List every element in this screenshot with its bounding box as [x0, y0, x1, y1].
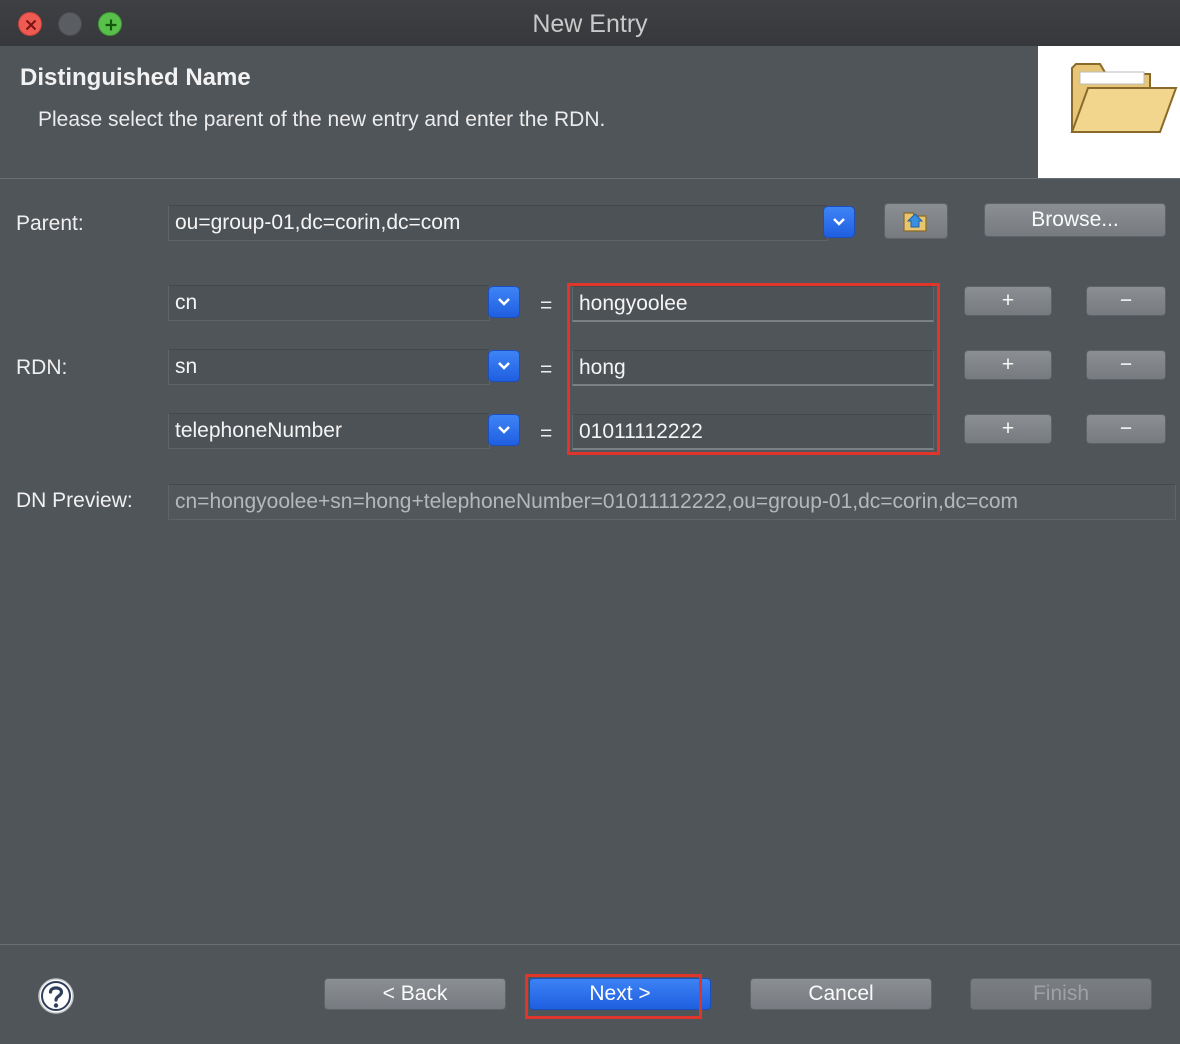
- finish-button[interactable]: Finish: [970, 978, 1152, 1010]
- rdn-attribute-combo-2[interactable]: sn: [168, 349, 490, 385]
- rdn-add-button-2[interactable]: +: [964, 350, 1052, 380]
- header-separator: [0, 178, 1180, 179]
- rdn-remove-button-2[interactable]: −: [1086, 350, 1166, 380]
- parent-dropdown-button[interactable]: [823, 206, 855, 238]
- cancel-button[interactable]: Cancel: [750, 978, 932, 1010]
- help-icon: [38, 978, 74, 1014]
- rdn-label: RDN:: [16, 356, 68, 379]
- dn-preview-field: cn=hongyoolee+sn=hong+telephoneNumber=01…: [168, 484, 1176, 520]
- open-folder-icon: [1070, 63, 1178, 133]
- rdn-values-highlight: [567, 283, 940, 455]
- parent-combo[interactable]: ou=group-01,dc=corin,dc=com: [168, 205, 828, 241]
- rdn-add-button-1[interactable]: +: [964, 286, 1052, 316]
- chevron-down-icon: [498, 298, 510, 306]
- page-description: Please select the parent of the new entr…: [38, 108, 606, 131]
- parent-up-button[interactable]: [884, 203, 948, 239]
- rdn-remove-button-1[interactable]: −: [1086, 286, 1166, 316]
- rdn-add-button-3[interactable]: +: [964, 414, 1052, 444]
- header-image: [1038, 46, 1180, 178]
- browse-button[interactable]: Browse...: [984, 203, 1166, 237]
- footer-separator: [0, 944, 1180, 945]
- dn-preview-label: DN Preview:: [16, 489, 133, 512]
- rdn-equals-2: =: [540, 358, 553, 381]
- help-button[interactable]: [37, 977, 75, 1015]
- parent-label: Parent:: [16, 212, 84, 235]
- rdn-equals-1: =: [540, 294, 553, 317]
- rdn-attribute-dropdown-3[interactable]: [488, 414, 520, 446]
- chevron-down-icon: [498, 426, 510, 434]
- next-button-highlight: [525, 974, 702, 1019]
- rdn-remove-button-3[interactable]: −: [1086, 414, 1166, 444]
- rdn-attribute-combo-3[interactable]: telephoneNumber: [168, 413, 490, 449]
- rdn-equals-3: =: [540, 422, 553, 445]
- chevron-down-icon: [833, 218, 845, 226]
- chevron-down-icon: [498, 362, 510, 370]
- rdn-attribute-dropdown-1[interactable]: [488, 286, 520, 318]
- page-title: Distinguished Name: [20, 64, 251, 91]
- title-bar: New Entry: [0, 0, 1180, 47]
- rdn-attribute-combo-1[interactable]: cn: [168, 285, 490, 321]
- parent-folder-up-icon: [903, 212, 927, 232]
- back-button[interactable]: < Back: [324, 978, 506, 1010]
- rdn-attribute-dropdown-2[interactable]: [488, 350, 520, 382]
- window-title: New Entry: [532, 10, 648, 38]
- wizard-header: Distinguished Name Please select the par…: [0, 46, 1180, 178]
